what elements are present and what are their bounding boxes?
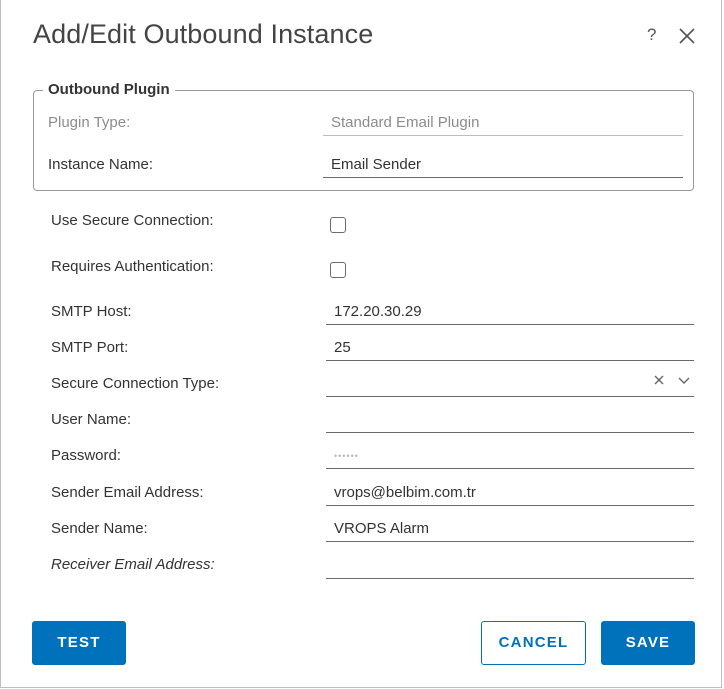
requires-authentication-label: Requires Authentication: [51,258,214,275]
smtp-port-label: SMTP Port: [51,339,129,356]
close-icon[interactable] [678,27,696,45]
secure-connection-type-label: Secure Connection Type: [51,375,220,392]
smtp-port-input[interactable]: 25 [326,337,694,361]
dialog-title: Add/Edit Outbound Instance [33,19,374,49]
instance-name-label: Instance Name: [48,156,154,173]
smtp-host-label: SMTP Host: [51,303,132,320]
sender-name-label: Sender Name: [51,520,148,537]
user-name-label: User Name: [51,411,132,428]
save-button[interactable]: SAVE [601,621,695,665]
receiver-email-label: Receiver Email Address: [51,556,215,573]
smtp-host-input[interactable]: 172.20.30.29 [326,301,694,325]
use-secure-connection-label: Use Secure Connection: [51,212,214,229]
sender-email-input[interactable]: vrops@belbim.com.tr [326,482,694,506]
test-button[interactable]: TEST [32,621,126,665]
secure-connection-type-select[interactable] [326,373,694,397]
instance-name-input[interactable]: Email Sender [323,154,683,178]
plugin-type-label: Plugin Type: [48,114,131,131]
cancel-button[interactable]: CANCEL [481,621,586,665]
receiver-email-input[interactable] [326,555,694,579]
sender-name-input[interactable]: VROPS Alarm [326,518,694,542]
clear-icon[interactable] [653,374,665,386]
help-icon[interactable]: ? [647,25,656,45]
outbound-instance-dialog: Add/Edit Outbound Instance ? Outbound Pl… [0,0,722,688]
plugin-type-field: Standard Email Plugin [323,112,683,136]
password-label: Password: [51,447,122,464]
use-secure-connection-checkbox[interactable] [330,217,346,233]
section-legend: Outbound Plugin [43,81,175,98]
chevron-down-icon[interactable] [677,376,691,386]
user-name-input[interactable] [326,409,694,433]
requires-authentication-checkbox[interactable] [330,262,346,278]
sender-email-label: Sender Email Address: [51,484,204,501]
password-input[interactable]: •••••• [326,445,694,469]
